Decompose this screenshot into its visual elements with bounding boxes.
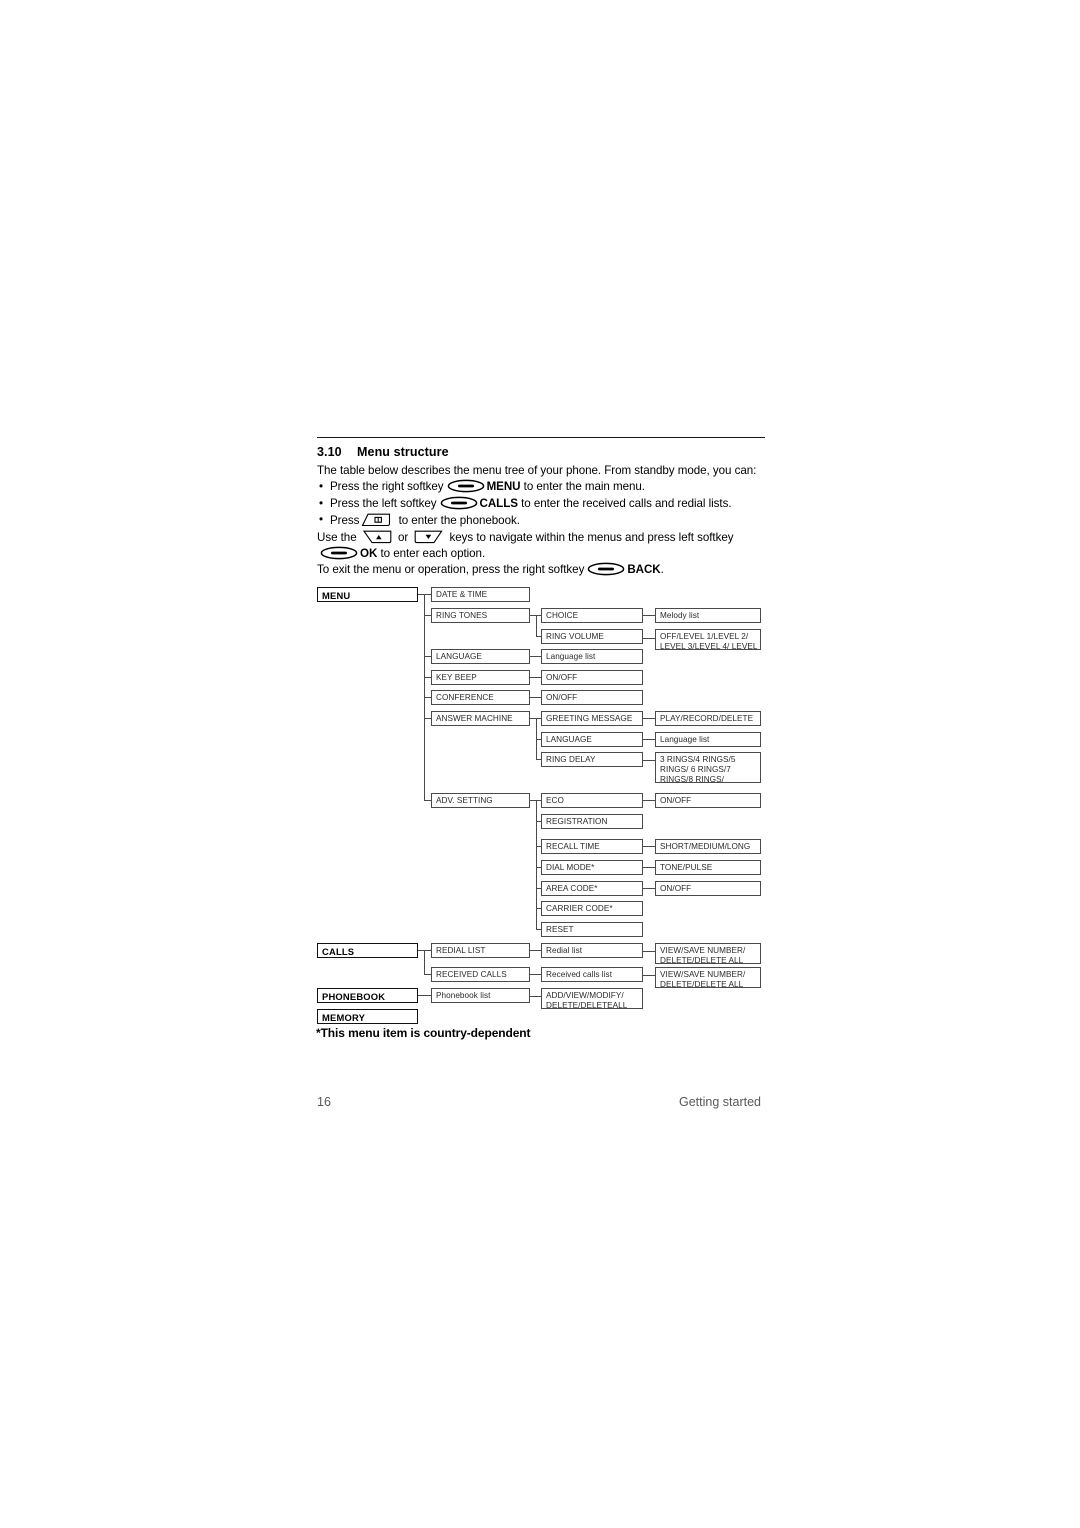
tree-node-redial-list: REDIAL LIST (431, 943, 530, 958)
tree-node-eco-options: ON/OFF (655, 793, 761, 808)
connector-area-code (536, 888, 542, 889)
connector-choice (536, 615, 542, 616)
tree-node-language: LANGUAGE (431, 649, 530, 664)
tree-node-phonebook-list: Phonebook list (431, 988, 530, 1003)
connector-carrier-code (536, 908, 542, 909)
connector-received-actions (643, 975, 656, 976)
tree-node-melody-list: Melody list (655, 608, 761, 623)
tree-node-greeting-options: PLAY/RECORD/DELETE (655, 711, 761, 726)
connector-melody-list (643, 615, 656, 616)
tree-node-greeting-message: GREETING MESSAGE (541, 711, 643, 726)
tree-node-key-beep-options: ON/OFF (541, 670, 643, 685)
tree-node-conference: CONFERENCE (431, 690, 530, 705)
tree-node-registration: REGISTRATION (541, 814, 643, 829)
tree-node-dial-mode-options: TONE/PULSE (655, 860, 761, 875)
connector-reset (536, 929, 542, 930)
tree-node-language-list: Language list (541, 649, 643, 664)
tree-node-ring-delay: RING DELAY (541, 752, 643, 767)
connector-received-calls-value (530, 974, 542, 975)
tree-node-calls: CALLS (317, 943, 418, 958)
tree-node-ring-volume-options: OFF/LEVEL 1/LEVEL 2/ LEVEL 3/LEVEL 4/ LE… (655, 629, 761, 650)
connector-recall-time (536, 846, 542, 847)
connector-adv-setting (424, 800, 432, 801)
tree-node-received-actions: VIEW/SAVE NUMBER/ DELETE/DELETE ALL (655, 967, 761, 988)
tree-node-area-code: AREA CODE* (541, 881, 643, 896)
tree-node-received-calls-value: Received calls list (541, 967, 643, 982)
connector-language-list (530, 656, 542, 657)
tree-node-key-beep: KEY BEEP (431, 670, 530, 685)
connector-area-code-options (643, 888, 656, 889)
tree-node-am-language: LANGUAGE (541, 732, 643, 747)
connector-received-calls (424, 974, 432, 975)
connector-eco-options (643, 800, 656, 801)
tree-node-area-code-options: ON/OFF (655, 881, 761, 896)
connector-dial-mode-options (643, 867, 656, 868)
connector-phonebook-list (418, 995, 432, 996)
tree-node-am-language-list: Language list (655, 732, 761, 747)
connector-key-beep-options (530, 677, 542, 678)
connector-calls-trunk (424, 950, 425, 974)
connector-recall-time-options (643, 846, 656, 847)
footer-page-number: 16 (317, 1095, 331, 1109)
tree-node-date-time: DATE & TIME (431, 587, 530, 602)
connector-am-language-list (643, 739, 656, 740)
tree-node-phonebook: PHONEBOOK (317, 988, 418, 1003)
tree-node-redial-actions: VIEW/SAVE NUMBER/ DELETE/DELETE ALL (655, 943, 761, 964)
connector-greeting-message (536, 718, 542, 719)
tree-node-ring-volume: RING VOLUME (541, 629, 643, 644)
connector-conference (424, 697, 432, 698)
tree-node-received-calls: RECEIVED CALLS (431, 967, 530, 982)
tree-node-redial-list-value: Redial list (541, 943, 643, 958)
tree-node-adv-setting: ADV. SETTING (431, 793, 530, 808)
tree-node-eco: ECO (541, 793, 643, 808)
connector-key-beep (424, 677, 432, 678)
connector-redial-actions (643, 951, 656, 952)
tree-node-recall-time-options: SHORT/MEDIUM/LONG (655, 839, 761, 854)
menu-tree-diagram: MENU DATE & TIME RING TONES LANGUAGE KEY… (0, 0, 1080, 1528)
tree-node-recall-time: RECALL TIME (541, 839, 643, 854)
tree-node-ring-tones: RING TONES (431, 608, 530, 623)
connector-redial-list (424, 950, 432, 951)
document-page: 3.10 Menu structure The table below descr… (0, 0, 1080, 1528)
tree-node-conference-options: ON/OFF (541, 690, 643, 705)
connector-language (424, 656, 432, 657)
connector-date-time (424, 594, 432, 595)
connector-ring-tones (424, 615, 432, 616)
connector-redial-list-value (530, 950, 542, 951)
tree-node-menu: MENU (317, 587, 418, 602)
tree-node-dial-mode: DIAL MODE* (541, 860, 643, 875)
connector-ring-delay-options (643, 760, 656, 761)
connector-ring-tones-trunk (536, 615, 537, 636)
footer-chapter-label: Getting started (679, 1095, 761, 1109)
tree-node-carrier-code: CARRIER CODE* (541, 901, 643, 916)
tree-node-answer-machine: ANSWER MACHINE (431, 711, 530, 726)
connector-ring-volume (536, 636, 542, 637)
connector-ring-volume-options (643, 638, 656, 639)
connector-registration (536, 821, 542, 822)
connector-greeting-options (643, 718, 656, 719)
connector-phonebook-actions (530, 996, 542, 997)
connector-am-language (536, 739, 542, 740)
connector-adv-setting-trunk (536, 800, 537, 930)
connector-eco (536, 800, 542, 801)
connector-ring-delay (536, 759, 542, 760)
connector-conference-options (530, 697, 542, 698)
tree-node-choice: CHOICE (541, 608, 643, 623)
tree-node-reset: RESET (541, 922, 643, 937)
country-dependent-note: *This menu item is country-dependent (316, 1026, 531, 1040)
connector-answer-machine (424, 718, 432, 719)
connector-dial-mode (536, 867, 542, 868)
tree-node-memory: MEMORY (317, 1009, 418, 1024)
tree-node-phonebook-actions: ADD/VIEW/MODIFY/ DELETE/DELETEALL (541, 988, 643, 1009)
tree-node-ring-delay-options: 3 RINGS/4 RINGS/5 RINGS/ 6 RINGS/7 RINGS… (655, 752, 761, 783)
